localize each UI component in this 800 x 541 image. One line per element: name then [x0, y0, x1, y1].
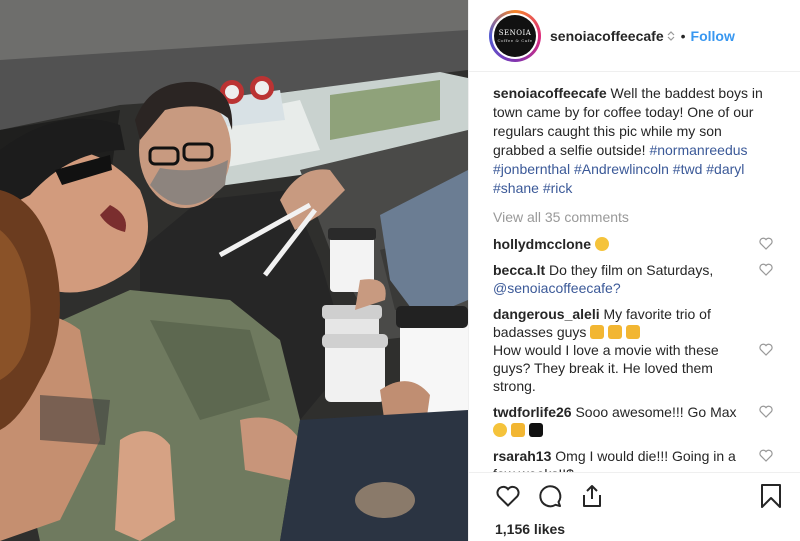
hashtag-link[interactable]: #twd: [673, 161, 703, 177]
avatar-ring: SENOIA Coffee & Cafe: [492, 12, 538, 59]
comment-item: twdforlife26 Sooo awesome!!! Go Max: [493, 403, 773, 439]
comment-item: becca.lt Do they film on Saturdays, @sen…: [493, 261, 773, 297]
action-icons: [495, 483, 621, 509]
comment-like-heart-icon[interactable]: [759, 263, 773, 276]
comment-text: Sooo awesome!!! Go Max: [575, 404, 737, 420]
share-upload-icon[interactable]: [579, 483, 605, 509]
comment-item-continued: How would I love a movie with these guys…: [493, 341, 773, 395]
avatar-logo: SENOIA Coffee & Cafe: [494, 14, 536, 57]
hashtag-link[interactable]: #Andrewlincoln: [574, 161, 669, 177]
comments-list[interactable]: senoiacoffeecafe Well the baddest boys i…: [469, 84, 800, 472]
comment-username[interactable]: dangerous_aleli: [493, 306, 600, 322]
sunglasses-face-emoji-icon: [493, 423, 507, 437]
hashtag-link[interactable]: #jonbernthal: [493, 161, 570, 177]
comment-username[interactable]: hollydmcclone: [493, 236, 591, 252]
victory-hand-emoji-icon: [510, 423, 525, 437]
verified-chevron-icon: [667, 30, 675, 41]
comment-username[interactable]: twdforlife26: [493, 404, 572, 420]
comment-like-heart-icon[interactable]: [759, 237, 773, 250]
comment-item: hollydmcclone: [493, 235, 773, 253]
caption-username[interactable]: senoiacoffeecafe: [493, 85, 607, 101]
comment-text: Do they film on Saturdays,: [549, 262, 714, 278]
post-photo[interactable]: [0, 0, 468, 541]
heart-outline-icon[interactable]: [495, 483, 521, 509]
likes-count[interactable]: 1,156 likes: [495, 521, 565, 537]
car-selfie-image: [0, 0, 468, 541]
post-side-panel: SENOIA Coffee & Cafe senoiacoffeecafe • …: [468, 0, 800, 541]
black-heart-emoji-icon: [528, 423, 543, 437]
post-actions-bar: 1,156 likes: [469, 472, 800, 541]
post-caption: senoiacoffeecafe Well the baddest boys i…: [493, 84, 773, 198]
hashtag-link[interactable]: #shane: [493, 180, 539, 196]
comment-item: dangerous_aleli My favorite trio of bada…: [493, 305, 773, 341]
comment-username[interactable]: becca.lt: [493, 262, 545, 278]
flexed-biceps-emoji-icon: [626, 325, 641, 339]
comment-item: rsarah13 Omg I would die!!! Going in a f…: [493, 447, 773, 472]
avatar-logo-text: SENOIA: [498, 28, 532, 37]
comment-like-heart-icon[interactable]: [759, 449, 773, 462]
speech-bubble-icon[interactable]: [537, 483, 563, 509]
hashtag-link[interactable]: #daryl: [706, 161, 744, 177]
view-all-comments-link[interactable]: View all 35 comments: [493, 208, 773, 227]
comment-mention-link[interactable]: @senoiacoffeecafe?: [493, 280, 621, 296]
flexed-biceps-emoji-icon: [608, 325, 623, 339]
grinning-face-emoji-icon: [594, 237, 609, 251]
comment-text: How would I love a movie with these guys…: [493, 342, 719, 394]
instagram-post: SENOIA Coffee & Cafe senoiacoffeecafe • …: [0, 0, 800, 541]
comment-like-heart-icon[interactable]: [759, 405, 773, 418]
header-separator: •: [680, 27, 686, 44]
follow-button[interactable]: Follow: [691, 28, 735, 44]
hashtag-link[interactable]: #rick: [543, 180, 573, 196]
comment-username[interactable]: rsarah13: [493, 448, 551, 464]
hashtag-link[interactable]: #normanreedus: [649, 142, 747, 158]
avatar-logo-subtext: Coffee & Cafe: [497, 37, 533, 43]
header-username[interactable]: senoiacoffeecafe: [550, 28, 664, 44]
post-header: SENOIA Coffee & Cafe senoiacoffeecafe • …: [469, 0, 800, 72]
comment-like-heart-icon[interactable]: [759, 343, 773, 356]
bookmark-icon[interactable]: [759, 483, 783, 509]
avatar[interactable]: SENOIA Coffee & Cafe: [489, 9, 541, 62]
flexed-biceps-emoji-icon: [590, 325, 605, 339]
